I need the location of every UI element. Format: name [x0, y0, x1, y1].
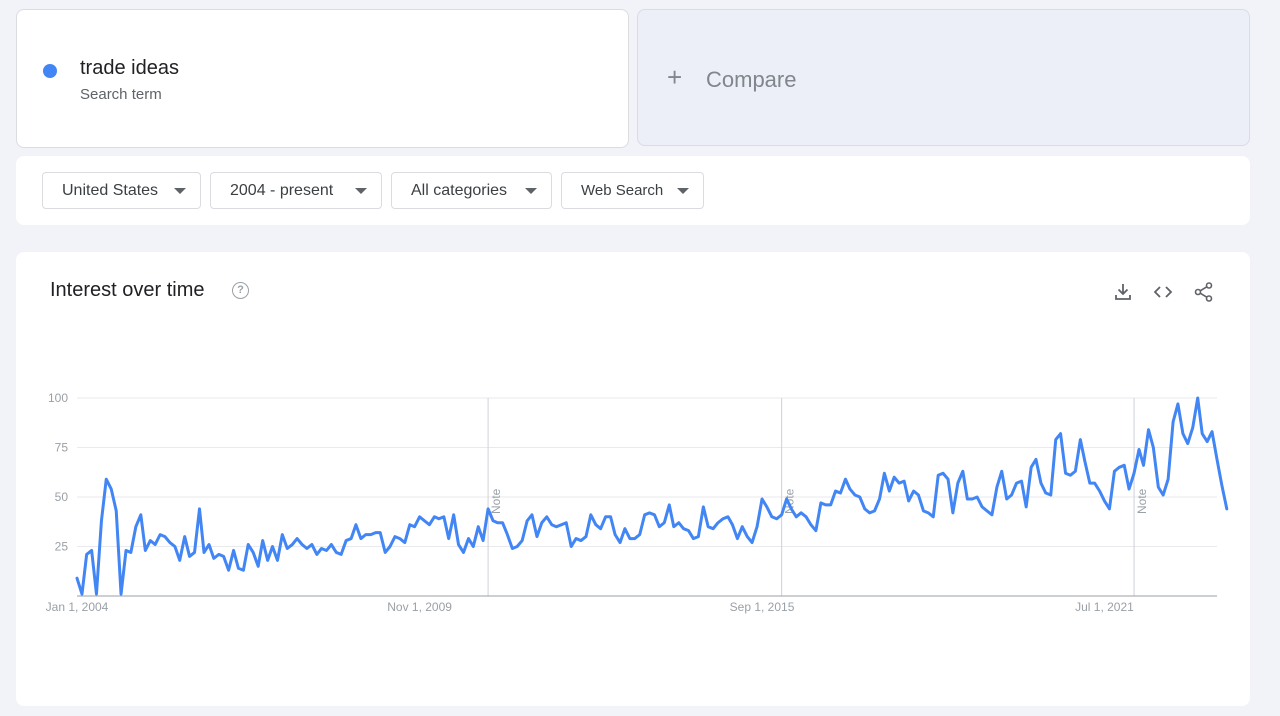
interest-over-time-card: Interest over time ? 25 50 75 100 Note Note No…	[16, 252, 1250, 706]
y-tick-label: 25	[55, 540, 69, 554]
search-type-dropdown-label: Web Search	[581, 182, 664, 199]
series-line	[75, 396, 1229, 596]
plus-icon: +	[667, 62, 683, 92]
search-type-dropdown[interactable]: Web Search	[561, 172, 704, 209]
caret-down-icon	[355, 188, 367, 194]
x-tick-label: Jan 1, 2004	[46, 600, 109, 614]
caret-down-icon	[525, 188, 537, 194]
search-term-card[interactable]: trade ideas Search term	[16, 9, 629, 148]
search-term-name[interactable]: trade ideas	[80, 57, 179, 80]
category-dropdown-label: All categories	[411, 181, 508, 199]
search-term-subtitle: Search term	[80, 86, 162, 103]
x-tick-label: Nov 1, 2009	[387, 600, 452, 614]
term-color-dot	[43, 64, 57, 78]
filter-bar: United States 2004 - present All categor…	[16, 156, 1250, 225]
x-tick-label: Jul 1, 2021	[1075, 600, 1134, 614]
x-tick-label: Sep 1, 2015	[730, 600, 795, 614]
compare-button[interactable]: + Compare	[637, 9, 1250, 146]
note-label: Note	[1135, 488, 1149, 514]
category-dropdown[interactable]: All categories	[391, 172, 552, 209]
caret-down-icon	[677, 188, 689, 194]
compare-label: Compare	[706, 67, 797, 92]
note-label: Note	[489, 488, 503, 514]
y-tick-label: 50	[55, 490, 69, 504]
interest-line-chart: 255075100Note Note NoteJan 1, 2004 Nov 1, 2…	[46, 391, 1229, 614]
region-dropdown[interactable]: United States	[42, 172, 201, 209]
time-range-dropdown[interactable]: 2004 - present	[210, 172, 382, 209]
caret-down-icon	[174, 188, 186, 194]
y-tick-label: 100	[48, 391, 68, 405]
time-range-dropdown-label: 2004 - present	[230, 181, 334, 199]
region-dropdown-label: United States	[62, 181, 159, 199]
y-tick-label: 75	[55, 441, 69, 455]
